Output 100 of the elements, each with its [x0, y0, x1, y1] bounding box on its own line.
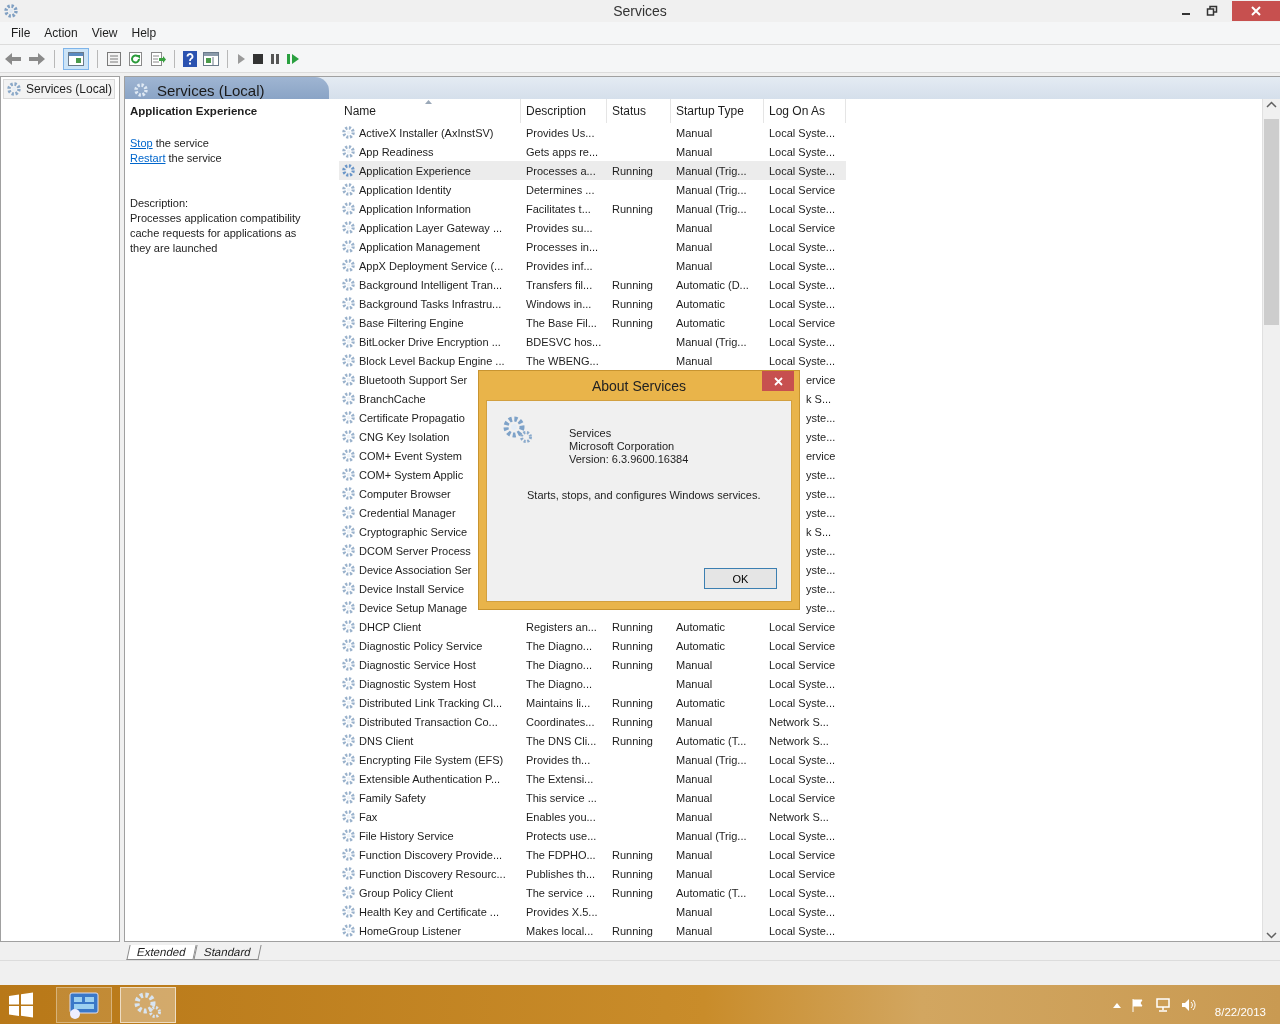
resume-icon[interactable]: [286, 52, 300, 65]
console-tree-toggle[interactable]: [63, 47, 89, 70]
gear-icon: [341, 258, 356, 273]
scrollbar[interactable]: [1262, 99, 1280, 941]
action-link[interactable]: Restart: [130, 152, 166, 164]
gear-icon: [341, 619, 356, 634]
gear-icon: [341, 315, 356, 330]
table-cell: DCOM Server Process: [359, 544, 471, 557]
gear-icon: [341, 790, 356, 805]
refresh-icon[interactable]: [128, 50, 144, 67]
table-cell: Local Service: [769, 221, 836, 234]
table-cell: Manual: [676, 677, 713, 690]
table-cell: Local Syste...: [769, 126, 836, 139]
table-cell: Application Experience: [359, 164, 471, 177]
table-cell: The Diagno...: [526, 658, 593, 671]
table-cell: yste...: [806, 468, 836, 481]
table-cell: Manual: [676, 924, 713, 937]
column-header[interactable]: Status: [607, 99, 671, 123]
table-cell: Running: [612, 867, 653, 880]
table-cell: The Base Fil...: [526, 316, 597, 329]
pause-icon[interactable]: [270, 52, 280, 65]
action-text: Stop the service: [130, 136, 210, 151]
gear-icon: [341, 448, 356, 463]
forward-arrow-icon[interactable]: [28, 50, 46, 67]
table-cell: COM+ System Applic: [359, 468, 464, 481]
table-cell: Network S...: [769, 810, 829, 823]
table-cell: Local Syste...: [769, 335, 836, 348]
table-cell: Determines ...: [526, 183, 595, 196]
table-cell: Processes a...: [526, 164, 596, 177]
close-button[interactable]: [1232, 1, 1280, 21]
table-cell: Publishes th...: [526, 867, 596, 880]
gear-icon: [341, 125, 356, 140]
ok-button[interactable]: OK: [704, 568, 777, 589]
table-cell: Credential Manager: [359, 506, 456, 519]
gear-icon: [341, 866, 356, 881]
action-link[interactable]: Stop: [130, 137, 153, 149]
table-cell: Local Syste...: [769, 677, 836, 690]
start-icon[interactable]: [8, 991, 34, 1018]
table-cell: Running: [612, 202, 653, 215]
table-cell: Processes in...: [526, 240, 599, 253]
export-list-icon[interactable]: [150, 50, 166, 67]
gear-icon: [341, 752, 356, 767]
table-cell: The service ...: [526, 886, 596, 899]
gear-icon: [341, 144, 356, 159]
view-tab[interactable]: Extended: [126, 945, 197, 960]
table-cell: yste...: [806, 411, 836, 424]
table-cell: Block Level Backup Engine ...: [359, 354, 505, 367]
table-cell: Local Syste...: [769, 772, 836, 785]
column-header[interactable]: Startup Type: [671, 99, 764, 123]
close-button[interactable]: [762, 371, 794, 391]
network-icon[interactable]: [1154, 997, 1171, 1012]
stop-icon[interactable]: [252, 52, 264, 65]
table-cell: Manual (Trig...: [676, 164, 747, 177]
gear-icon: [341, 600, 356, 615]
flag-icon[interactable]: [1130, 997, 1145, 1012]
tree-item[interactable]: Services (Local): [3, 79, 116, 99]
action-pane-icon[interactable]: [203, 51, 219, 66]
table-cell: Manual: [676, 810, 713, 823]
table-cell: Application Information: [359, 202, 471, 215]
product-name: Services: [569, 427, 613, 440]
gear-icon: [341, 847, 356, 862]
company-name: Microsoft Corporation: [569, 440, 676, 453]
properties-icon[interactable]: [106, 50, 122, 67]
table-cell: Local Syste...: [769, 354, 836, 367]
column-header[interactable]: Description: [521, 99, 607, 123]
table-cell: Facilitates t...: [526, 202, 591, 215]
server-manager-app-button[interactable]: [56, 986, 112, 1023]
table-cell: Manual: [676, 905, 713, 918]
back-arrow-icon[interactable]: [4, 50, 22, 67]
gear-icon: [341, 923, 356, 938]
selected-row[interactable]: Application Experience Processes a... Running Manual (Trig... Local Syste...: [339, 161, 846, 180]
table-cell: ActiveX Installer (AxInstSV): [359, 126, 494, 139]
table-cell: Running: [612, 620, 653, 633]
menu-item[interactable]: Action: [37, 26, 85, 40]
table-cell: Automatic: [676, 639, 725, 652]
table-cell: This service ...: [526, 791, 597, 804]
scroll-down-icon[interactable]: [1263, 929, 1280, 941]
table-cell: Background Intelligent Tran...: [359, 278, 503, 291]
table-cell: Local Syste...: [769, 145, 836, 158]
services-app-button[interactable]: [120, 986, 176, 1023]
help-icon[interactable]: [183, 50, 197, 67]
play-icon[interactable]: [236, 52, 246, 65]
gear-icon: [341, 201, 356, 216]
column-header[interactable]: Log On As: [764, 99, 846, 123]
scroll-thumb[interactable]: [1264, 119, 1279, 325]
menu-item[interactable]: View: [84, 26, 125, 40]
table-cell: Manual: [676, 715, 713, 728]
caret-up-icon[interactable]: [1112, 1001, 1121, 1008]
speaker-icon[interactable]: [1180, 997, 1197, 1012]
table-cell: Local Service: [769, 639, 836, 652]
menu-item[interactable]: File: [4, 26, 38, 40]
restore-icon[interactable]: [1206, 5, 1218, 17]
gear-icon: [341, 163, 356, 178]
view-tab[interactable]: Standard: [193, 945, 261, 960]
table-cell: Running: [612, 886, 653, 899]
table-cell: yste...: [806, 506, 836, 519]
gear-icon: [341, 372, 356, 387]
menu-item[interactable]: Help: [124, 26, 164, 40]
table-cell: Running: [612, 164, 653, 177]
table-cell: Manual: [676, 867, 713, 880]
